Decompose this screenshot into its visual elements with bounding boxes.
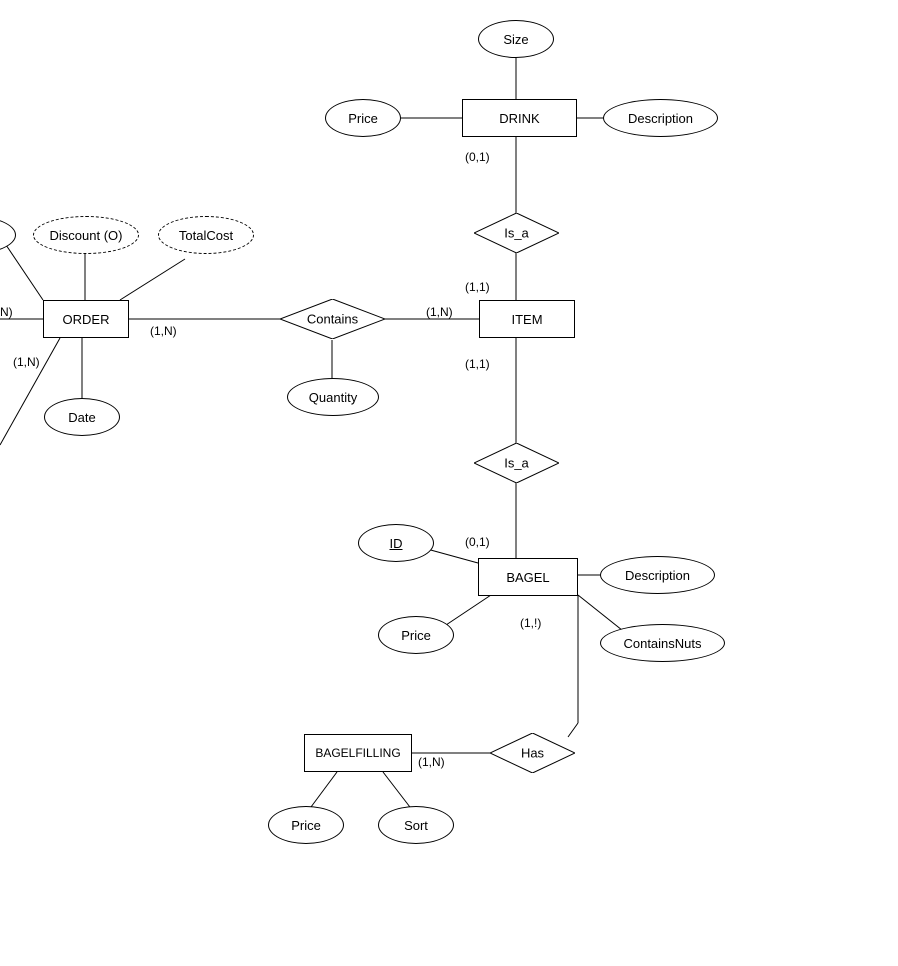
card-item-isa-top: (1,1) — [465, 280, 490, 294]
entity-order-label: ORDER — [63, 312, 110, 327]
attr-size: Size — [478, 20, 554, 58]
card-drink-isa: (0,1) — [465, 150, 490, 164]
attr-price-bagel: Price — [378, 616, 454, 654]
attr-price-drink-label: Price — [348, 111, 378, 126]
entity-drink: DRINK — [462, 99, 577, 137]
entity-bagelfilling-label: BAGELFILLING — [315, 746, 400, 760]
rel-isa-top-label: Is_a — [504, 226, 529, 241]
card-item-contains: (1,N) — [426, 305, 453, 319]
rel-contains-label: Contains — [307, 312, 358, 327]
attr-sort-label: Sort — [404, 818, 428, 833]
attr-date: Date — [44, 398, 120, 436]
entity-bagel-label: BAGEL — [506, 570, 549, 585]
attr-containsnuts-label: ContainsNuts — [623, 636, 701, 651]
attr-quantity-label: Quantity — [309, 390, 357, 405]
card-bagel-isa: (0,1) — [465, 535, 490, 549]
attr-description-drink: Description — [603, 99, 718, 137]
attr-description-bagel-label: Description — [625, 568, 690, 583]
attr-size-label: Size — [503, 32, 528, 47]
rel-isa-top: Is_a — [474, 213, 559, 253]
card-order-below: (1,N) — [13, 355, 40, 369]
attr-description-bagel: Description — [600, 556, 715, 594]
attr-price-drink: Price — [325, 99, 401, 137]
card-order-left: N) — [0, 305, 13, 319]
attr-totalcost-label: TotalCost — [179, 228, 233, 243]
attr-date-label: Date — [68, 410, 95, 425]
entity-item: ITEM — [479, 300, 575, 338]
card-bagel-has: (1,!) — [520, 616, 541, 630]
attr-id-label: ID — [390, 536, 403, 551]
entity-bagelfilling: BAGELFILLING — [304, 734, 412, 772]
attr-sort: Sort — [378, 806, 454, 844]
rel-isa-bottom-label: Is_a — [504, 456, 529, 471]
attr-totalcost: TotalCost — [158, 216, 254, 254]
attr-id: ID — [358, 524, 434, 562]
rel-has-label: Has — [521, 746, 544, 761]
attr-price-filling: Price — [268, 806, 344, 844]
card-item-isa-bottom: (1,1) — [465, 357, 490, 371]
rel-isa-bottom: Is_a — [474, 443, 559, 483]
attr-description-drink-label: Description — [628, 111, 693, 126]
entity-item-label: ITEM — [511, 312, 542, 327]
attr-discount-label: Discount (O) — [50, 228, 123, 243]
attr-price-filling-label: Price — [291, 818, 321, 833]
entity-order: ORDER — [43, 300, 129, 338]
card-order-contains: (1,N) — [150, 324, 177, 338]
attr-price-bagel-label: Price — [401, 628, 431, 643]
entity-drink-label: DRINK — [499, 111, 539, 126]
rel-has: Has — [490, 733, 575, 773]
attr-discount: Discount (O) — [33, 216, 139, 254]
attr-containsnuts: ContainsNuts — [600, 624, 725, 662]
rel-contains: Contains — [280, 299, 385, 339]
attr-quantity: Quantity — [287, 378, 379, 416]
entity-bagel: BAGEL — [478, 558, 578, 596]
card-filling-has: (1,N) — [418, 755, 445, 769]
